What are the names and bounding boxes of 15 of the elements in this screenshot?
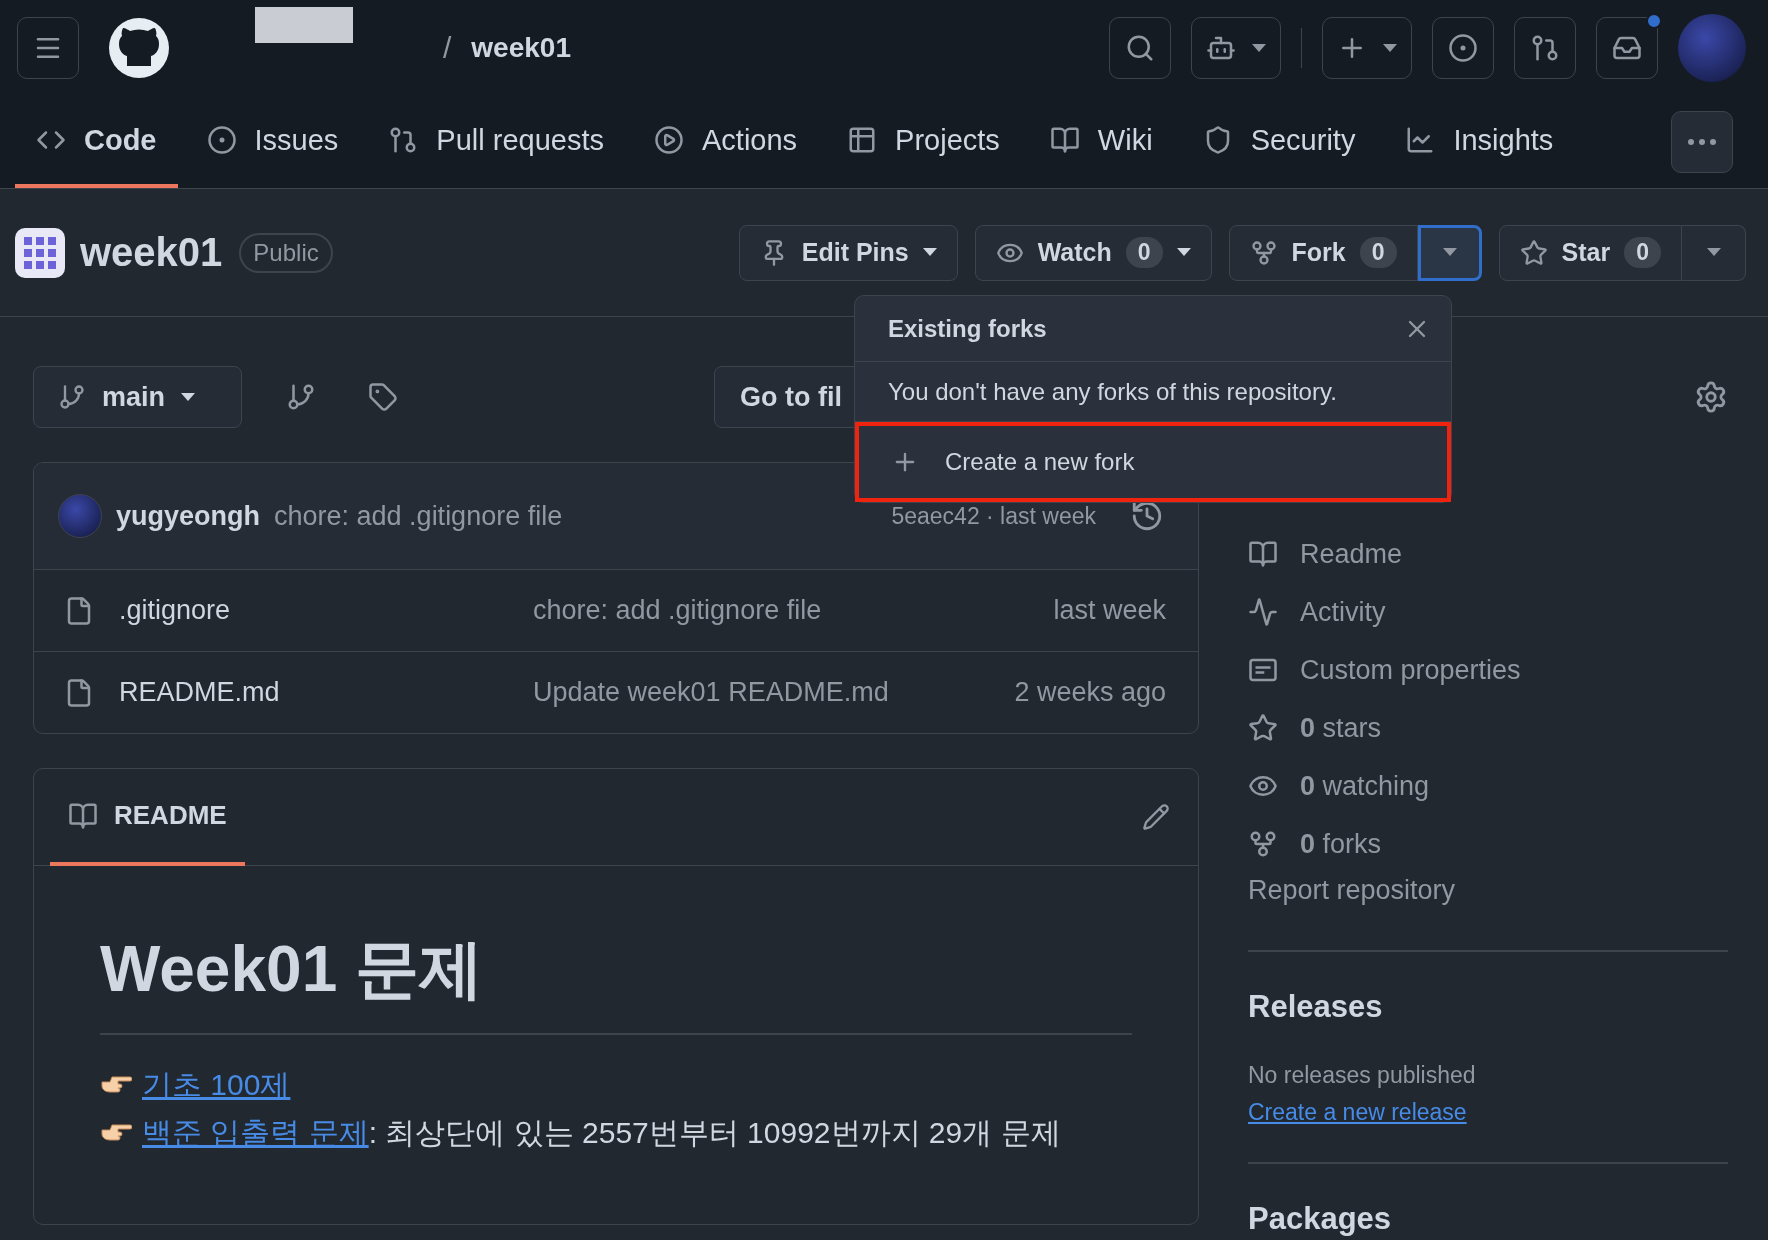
menu-title: Existing forks xyxy=(888,314,1047,343)
count-badge: 0 xyxy=(1359,237,1397,268)
count-badge: 0 xyxy=(1125,237,1163,268)
repo-title: week01 xyxy=(80,230,223,275)
visibility-badge: Public xyxy=(239,232,333,273)
file-time: last week xyxy=(1053,595,1166,626)
section-heading: Packages xyxy=(1248,1202,1393,1237)
readme-line: 백준 입출력 문제: 최상단에 있는 2557번부터 10992번까지 29개 문제 xyxy=(142,1115,1061,1151)
menu-message: You don't have any forks of this repository. xyxy=(855,362,1451,422)
empty-message: No releases published xyxy=(1248,1062,1477,1090)
readme-heading: Week01 문제 xyxy=(100,926,1132,1035)
count-badge: 0 xyxy=(1624,237,1661,268)
breadcrumb-separator: / xyxy=(443,31,452,65)
section-heading: Releases xyxy=(1248,990,1384,1025)
file-time: 2 weeks ago xyxy=(1014,677,1166,708)
